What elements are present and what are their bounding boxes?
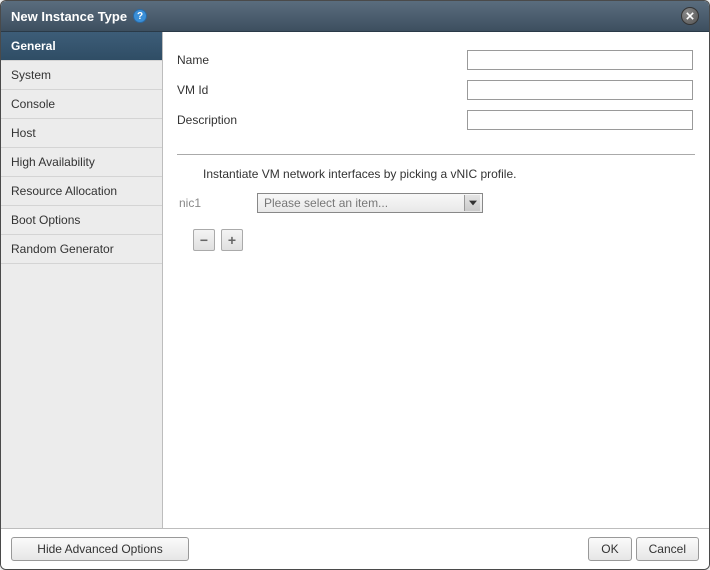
minus-icon: − xyxy=(200,232,208,248)
help-icon[interactable]: ? xyxy=(133,9,147,23)
sidebar-item-host[interactable]: Host xyxy=(1,119,162,148)
sidebar-item-label: Resource Allocation xyxy=(11,184,117,198)
nic-hint: Instantiate VM network interfaces by pic… xyxy=(177,167,695,181)
footer: Hide Advanced Options OK Cancel xyxy=(1,528,709,569)
sidebar-item-general[interactable]: General xyxy=(1,32,162,61)
divider xyxy=(177,154,695,155)
sidebar-item-system[interactable]: System xyxy=(1,61,162,90)
close-button[interactable] xyxy=(681,7,699,25)
plus-icon: + xyxy=(228,232,236,248)
add-nic-button[interactable]: + xyxy=(221,229,243,251)
form-row-description: Description xyxy=(177,110,695,130)
cancel-button[interactable]: Cancel xyxy=(636,537,699,561)
sidebar-item-label: Boot Options xyxy=(11,213,80,227)
nic-buttons: − + xyxy=(177,229,695,251)
dialog-new-instance-type: New Instance Type ? General System Conso… xyxy=(0,0,710,570)
sidebar-item-label: Random Generator xyxy=(11,242,114,256)
dialog-title: New Instance Type xyxy=(11,9,127,24)
description-input[interactable] xyxy=(467,110,693,130)
form-row-vmid: VM Id xyxy=(177,80,695,100)
sidebar-item-console[interactable]: Console xyxy=(1,90,162,119)
ok-button[interactable]: OK xyxy=(588,537,631,561)
close-icon xyxy=(686,12,694,20)
vmid-label: VM Id xyxy=(177,83,467,97)
sidebar: General System Console Host High Availab… xyxy=(1,32,163,528)
form-row-name: Name xyxy=(177,50,695,70)
titlebar: New Instance Type ? xyxy=(1,1,709,32)
content-panel: Name VM Id Description Instantiate VM ne… xyxy=(163,32,709,528)
nic-row: nic1 Please select an item... xyxy=(177,193,695,213)
sidebar-item-random-generator[interactable]: Random Generator xyxy=(1,235,162,264)
sidebar-item-label: High Availability xyxy=(11,155,95,169)
chevron-down-icon xyxy=(464,195,480,211)
name-label: Name xyxy=(177,53,467,67)
hide-advanced-options-button[interactable]: Hide Advanced Options xyxy=(11,537,189,561)
footer-right: OK Cancel xyxy=(588,537,699,561)
nic-label: nic1 xyxy=(177,196,257,210)
remove-nic-button[interactable]: − xyxy=(193,229,215,251)
sidebar-item-high-availability[interactable]: High Availability xyxy=(1,148,162,177)
nic-profile-dropdown[interactable]: Please select an item... xyxy=(257,193,483,213)
sidebar-item-boot-options[interactable]: Boot Options xyxy=(1,206,162,235)
dialog-body: General System Console Host High Availab… xyxy=(1,32,709,528)
sidebar-item-label: Host xyxy=(11,126,36,140)
name-input[interactable] xyxy=(467,50,693,70)
sidebar-item-resource-allocation[interactable]: Resource Allocation xyxy=(1,177,162,206)
sidebar-item-label: General xyxy=(11,39,56,53)
vmid-input[interactable] xyxy=(467,80,693,100)
sidebar-item-label: System xyxy=(11,68,51,82)
sidebar-item-label: Console xyxy=(11,97,55,111)
dropdown-placeholder: Please select an item... xyxy=(264,196,388,210)
titlebar-left: New Instance Type ? xyxy=(11,9,147,24)
description-label: Description xyxy=(177,113,467,127)
